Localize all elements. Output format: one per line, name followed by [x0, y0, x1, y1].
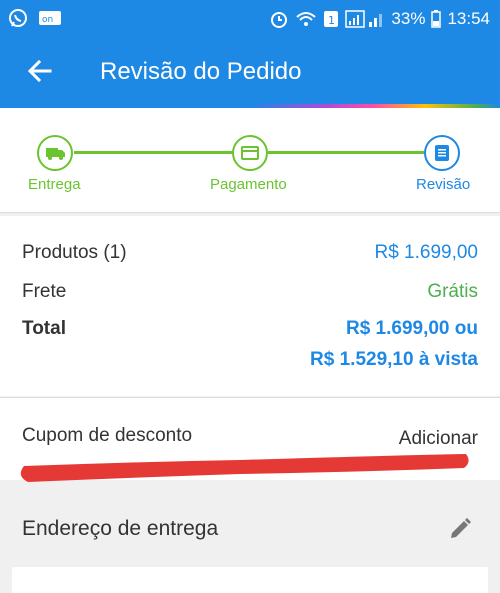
- whatsapp-icon: [9, 9, 27, 27]
- products-label: Produtos (1): [22, 242, 127, 263]
- total-label: Total: [22, 318, 66, 339]
- step-label-entrega: Entrega: [28, 176, 81, 193]
- step-revisao[interactable]: [424, 135, 460, 171]
- battery-icon: [431, 10, 442, 28]
- step-connector: [268, 151, 424, 154]
- step-connector: [74, 151, 234, 154]
- page-title: Revisão do Pedido: [100, 58, 302, 85]
- total-value: R$ 1.699,00 ou: [345, 318, 478, 339]
- shipping-label: Frete: [22, 281, 67, 302]
- step-label-revisao: Revisão: [416, 176, 471, 193]
- step-pagamento[interactable]: [232, 135, 268, 171]
- total-value-cash: R$ 1.529,10 à vista: [310, 349, 478, 370]
- step-label-pagamento: Pagamento: [210, 176, 287, 193]
- step-entrega[interactable]: [37, 135, 73, 171]
- call-notification-icon: on: [39, 11, 61, 25]
- status-bar: on 1 33% 13:54: [0, 0, 500, 38]
- sim-icon: 1: [324, 11, 339, 27]
- signal-icon: [345, 10, 383, 28]
- shipping-value: Grátis: [427, 281, 478, 302]
- arrow-back-icon: [27, 59, 52, 83]
- list-icon: [435, 145, 449, 161]
- app-bar: Revisão do Pedido: [0, 38, 500, 104]
- wifi-icon: [296, 12, 317, 26]
- truck-icon: [46, 148, 65, 160]
- pencil-icon: [451, 518, 471, 538]
- clock: 13:54: [447, 9, 490, 28]
- address-section-title: Endereço de entrega: [22, 517, 219, 540]
- svg-text:on: on: [42, 15, 53, 25]
- edit-address-button[interactable]: [447, 516, 473, 542]
- red-underline-annotation: [20, 454, 469, 482]
- alarm-icon: [271, 12, 288, 28]
- svg-text:1: 1: [328, 14, 335, 27]
- products-value: R$ 1.699,00: [374, 242, 478, 263]
- address-card[interactable]: [12, 567, 488, 593]
- back-button[interactable]: [22, 53, 58, 89]
- battery-percent: 33%: [391, 9, 426, 28]
- card-icon: [241, 146, 259, 160]
